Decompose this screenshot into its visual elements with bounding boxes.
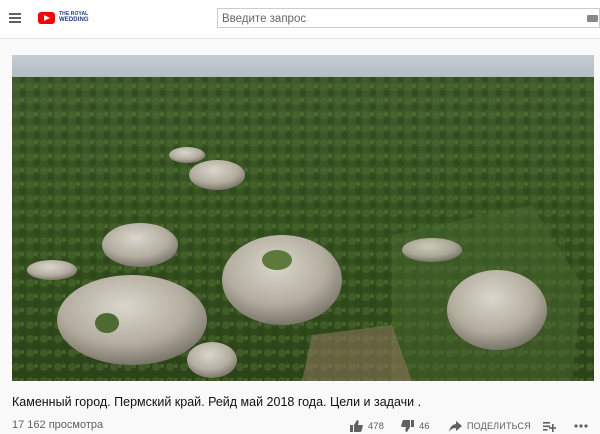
forest-rocks-thumbnail bbox=[12, 55, 594, 381]
thumbs-up-icon bbox=[350, 420, 363, 432]
search-box[interactable] bbox=[217, 8, 600, 28]
search-input[interactable] bbox=[218, 10, 572, 28]
logo-text: THE ROYAL WEDDING bbox=[59, 11, 89, 23]
youtube-logo[interactable]: THE ROYAL WEDDING bbox=[38, 11, 98, 27]
dislike-count: 46 bbox=[419, 420, 430, 432]
logo-line2: WEDDING bbox=[59, 17, 89, 23]
dislike-button[interactable]: 46 bbox=[401, 418, 430, 434]
more-options-button[interactable] bbox=[574, 418, 588, 434]
like-button[interactable]: 478 bbox=[350, 418, 384, 434]
video-player[interactable] bbox=[12, 55, 594, 381]
like-count: 478 bbox=[368, 420, 384, 432]
video-title: Каменный город. Пермский край. Рейд май … bbox=[12, 395, 422, 409]
more-dots-icon bbox=[574, 424, 588, 428]
playlist-add-icon bbox=[543, 421, 556, 432]
youtube-play-icon bbox=[38, 12, 55, 24]
hamburger-menu-icon[interactable] bbox=[9, 13, 21, 23]
top-bar: THE ROYAL WEDDING bbox=[0, 0, 600, 39]
view-count: 17 162 просмотра bbox=[12, 419, 104, 431]
share-arrow-icon bbox=[449, 420, 462, 432]
share-label: Поделиться bbox=[467, 421, 531, 431]
keyboard-icon[interactable] bbox=[587, 15, 598, 22]
add-to-playlist-button[interactable] bbox=[543, 418, 556, 434]
thumbs-down-icon bbox=[401, 420, 414, 432]
share-button[interactable]: Поделиться bbox=[449, 418, 531, 434]
